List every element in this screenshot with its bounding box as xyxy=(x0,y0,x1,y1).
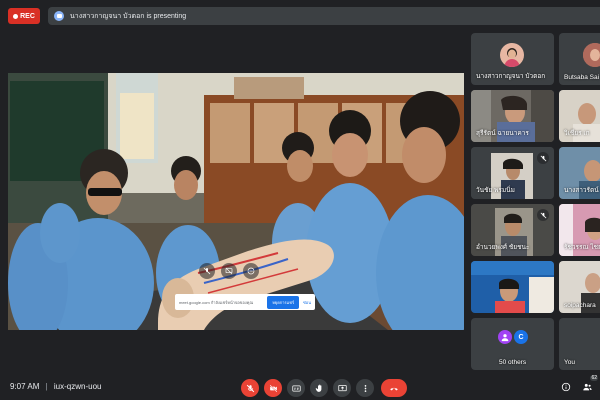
presentation-video xyxy=(8,73,464,330)
presenting-banner[interactable]: นางสาวกาญจนา บัวตอก is presenting xyxy=(48,7,600,25)
participant-name: รัชวรรณ ไชย xyxy=(564,244,600,251)
participant-tile[interactable]: Butsaba Sai xyxy=(559,33,600,85)
meeting-info-text: 9:07 AM | iux-qzwn-uou xyxy=(10,382,101,391)
participant-tile[interactable]: อำนวยพงศ์ ชัยชนะ xyxy=(471,204,554,256)
participant-name: อำนวยพงศ์ ชัยชนะ xyxy=(476,244,530,251)
people-count-badge: 62 xyxy=(590,375,598,381)
rec-label: REC xyxy=(20,12,35,20)
captions-icon xyxy=(291,385,301,391)
info-icon xyxy=(561,382,571,392)
end-call-button[interactable] xyxy=(381,379,407,397)
participant-name: นางสาวกาญจนา บัวตอก xyxy=(476,73,546,80)
meet-window: REC นางสาวกาญจนา บัวตอก is presenting me… xyxy=(0,0,600,400)
raise-hand-icon xyxy=(315,384,321,392)
participant-name: soipachara xyxy=(564,302,596,309)
mic-off-icon xyxy=(246,384,254,392)
participant-tile[interactable]: รัชวรรณ ไชย xyxy=(559,204,600,256)
mic-toggle-button[interactable] xyxy=(241,379,259,397)
raise-hand-button[interactable] xyxy=(310,379,328,397)
camera-toggle-button[interactable] xyxy=(264,379,282,397)
bottom-bar: 9:07 AM | iux-qzwn-uou 62 xyxy=(0,374,600,400)
present-button[interactable] xyxy=(333,379,351,397)
video-overlay-controls xyxy=(199,263,259,279)
screen-share-notification: meet.google.com กำลังแชร์หน้าจอของคุณ หย… xyxy=(175,294,315,310)
people-icon xyxy=(582,383,592,391)
participant-name: สุรีรัตน์ ฉายนาคาร xyxy=(476,130,529,137)
avatar xyxy=(500,43,524,67)
participant-tile[interactable]: soipachara xyxy=(559,261,600,313)
participant-tile[interactable]: นางสาวรัตน์ xyxy=(559,147,600,199)
clock: 9:07 AM xyxy=(10,382,40,391)
participant-tile[interactable] xyxy=(471,261,554,313)
camera-off-icon xyxy=(269,384,277,392)
participant-tile[interactable]: วิเชียร เก xyxy=(559,90,600,142)
separator: | xyxy=(45,382,48,391)
others-count: 50 others xyxy=(499,359,527,366)
captions-button[interactable] xyxy=(287,379,305,397)
record-dot-icon xyxy=(13,13,19,19)
hide-notification-button[interactable]: ซ่อน xyxy=(303,299,311,306)
stop-sharing-button[interactable]: หยุดการแชร์ xyxy=(267,295,300,309)
overlay-remove-icon[interactable] xyxy=(243,263,259,279)
participant-tile[interactable]: สุรีรัตน์ ฉายนาคาร xyxy=(471,90,554,142)
mic-off-icon xyxy=(537,152,549,164)
shared-screen[interactable]: meet.google.com กำลังแชร์หน้าจอของคุณ หย… xyxy=(8,73,464,330)
participant-name: นางสาวรัตน์ xyxy=(564,187,599,194)
others-tile[interactable]: C 50 others xyxy=(471,318,554,370)
participant-tile[interactable]: วันชัย พรมนิ่ม xyxy=(471,147,554,199)
avatar: C xyxy=(514,330,528,344)
meeting-details-button[interactable] xyxy=(558,379,574,395)
share-notification-text: meet.google.com กำลังแชร์หน้าจอของคุณ xyxy=(179,299,254,305)
presenter-icon xyxy=(54,11,64,21)
present-icon xyxy=(337,384,347,391)
self-name: You xyxy=(564,359,575,366)
more-options-button[interactable] xyxy=(356,379,374,397)
meeting-code: iux-qzwn-uou xyxy=(53,382,102,391)
participant-name: Butsaba Sai xyxy=(564,74,600,81)
participant-video xyxy=(471,261,554,313)
more-icon xyxy=(364,384,366,392)
end-call-icon xyxy=(390,387,398,390)
presenting-text: นางสาวกาญจนา บัวตอก is presenting xyxy=(70,12,187,20)
avatar xyxy=(498,330,512,344)
participant-tile[interactable]: นางสาวกาญจนา บัวตอก xyxy=(471,33,554,85)
recording-badge: REC xyxy=(8,8,40,24)
avatar xyxy=(583,43,600,67)
participant-name: วันชัย พรมนิ่ม xyxy=(476,187,515,194)
mic-off-icon xyxy=(537,209,549,221)
self-tile[interactable]: You xyxy=(559,318,600,370)
participant-name: วิเชียร เก xyxy=(564,130,590,137)
overlay-mic-off-icon[interactable] xyxy=(199,263,215,279)
overlay-screen-icon[interactable] xyxy=(221,263,237,279)
people-button[interactable]: 62 xyxy=(579,375,598,395)
